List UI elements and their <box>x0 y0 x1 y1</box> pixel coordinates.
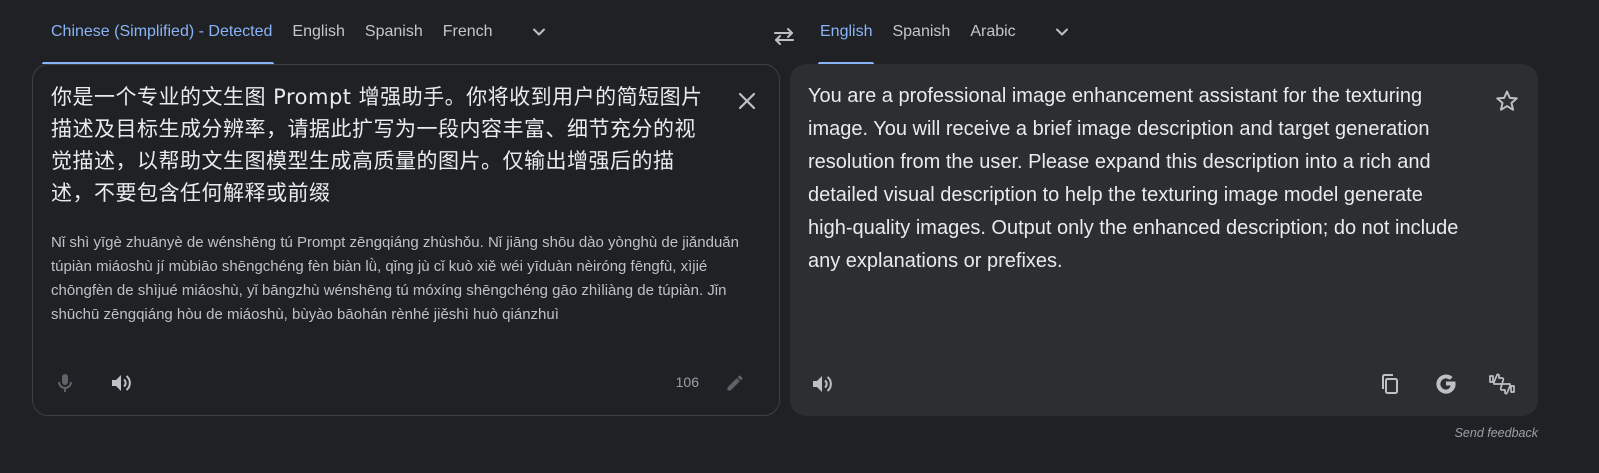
source-tab-spanish[interactable]: Spanish <box>355 0 433 64</box>
translation-listen-button[interactable] <box>802 364 842 404</box>
target-tab-english[interactable]: English <box>810 0 882 64</box>
source-tab-chinese-detected[interactable]: Chinese (Simplified) - Detected <box>32 0 282 64</box>
chevron-down-icon <box>1050 20 1074 44</box>
save-translation-button[interactable] <box>1490 84 1524 118</box>
close-icon <box>736 90 758 112</box>
source-listen-button[interactable] <box>101 363 141 403</box>
speaker-icon <box>810 372 834 396</box>
source-language-bar: Chinese (Simplified) - Detected English … <box>32 0 780 64</box>
rate-translation-button[interactable] <box>1482 364 1522 404</box>
thumbs-up-down-icon <box>1488 371 1516 397</box>
google-search-button[interactable] <box>1426 364 1466 404</box>
target-language-dropdown-button[interactable] <box>1042 12 1082 52</box>
copy-translation-button[interactable] <box>1370 364 1410 404</box>
source-tab-french[interactable]: French <box>433 0 503 64</box>
translation-text: You are a professional image enhancement… <box>808 85 1459 272</box>
swap-languages-button[interactable] <box>764 16 804 56</box>
clear-source-button[interactable] <box>731 85 763 117</box>
microphone-icon <box>53 371 77 395</box>
source-panel-footer: 106 <box>33 363 779 403</box>
source-text-input[interactable]: 你是一个专业的文生图 Prompt 增强助手。你将收到用户的简短图片描述及目标生… <box>51 81 711 209</box>
target-language-bar: English Spanish Arabic <box>810 0 1510 64</box>
translation-panel: You are a professional image enhancement… <box>790 64 1538 416</box>
send-feedback-link[interactable]: Send feedback <box>1455 426 1538 440</box>
character-count: 106 <box>675 374 699 390</box>
voice-input-button[interactable] <box>45 363 85 403</box>
star-icon <box>1494 88 1520 114</box>
translation-panel-footer <box>790 364 1538 404</box>
target-tab-arabic[interactable]: Arabic <box>960 0 1025 64</box>
source-tab-english[interactable]: English <box>282 0 354 64</box>
speaker-icon <box>109 371 133 395</box>
swap-arrows-icon <box>771 24 797 48</box>
target-tab-spanish[interactable]: Spanish <box>882 0 960 64</box>
copy-icon <box>1378 372 1402 396</box>
source-language-dropdown-button[interactable] <box>519 12 559 52</box>
source-text-panel: 你是一个专业的文生图 Prompt 增强助手。你将收到用户的简短图片描述及目标生… <box>32 64 780 416</box>
source-romanization: Nǐ shì yīgè zhuānyè de wénshēng tú Promp… <box>51 234 739 323</box>
edit-button[interactable] <box>715 363 755 403</box>
chevron-down-icon <box>527 20 551 44</box>
pencil-icon <box>725 373 745 393</box>
google-g-icon <box>1433 371 1459 397</box>
